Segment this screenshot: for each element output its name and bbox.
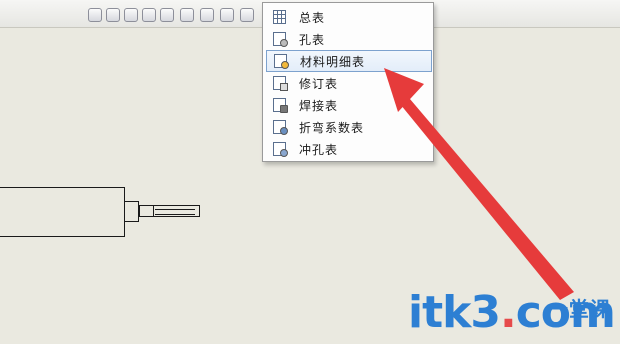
arrow-shaft: [396, 92, 574, 300]
watermark-tag: 一堂课: [548, 297, 611, 321]
arrow-head: [384, 68, 424, 112]
watermark-brand: itk3: [408, 287, 501, 338]
watermark-dot: .: [500, 287, 517, 338]
